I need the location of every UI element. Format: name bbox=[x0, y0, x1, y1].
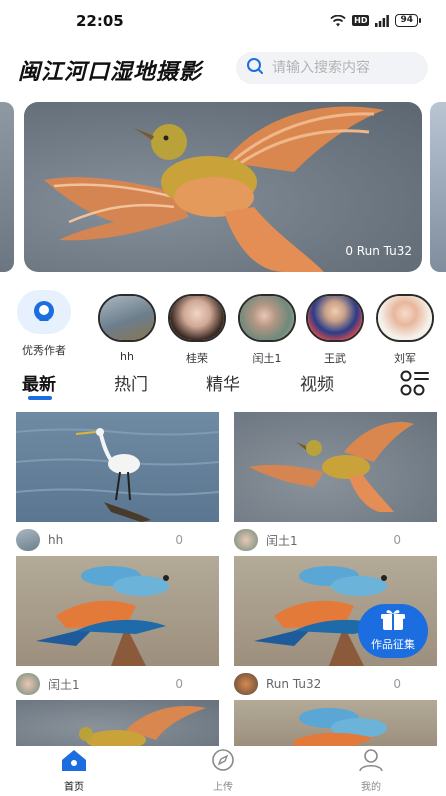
nav-upload[interactable]: 上传 bbox=[193, 748, 253, 793]
compass-icon bbox=[209, 749, 237, 776]
card-meta: Run Tu32 0 bbox=[234, 670, 437, 698]
author-avatar-runtu1[interactable]: 闰土1 bbox=[236, 294, 298, 366]
like-count: 0 bbox=[175, 677, 183, 691]
banner-next-peek[interactable] bbox=[430, 102, 446, 272]
avatar bbox=[238, 294, 296, 342]
user-avatar[interactable] bbox=[234, 673, 258, 695]
nav-profile[interactable]: 我的 bbox=[341, 748, 401, 793]
feed-card[interactable]: hh 0 bbox=[16, 412, 219, 554]
card-username[interactable]: 闰土1 bbox=[266, 532, 298, 549]
feed-card[interactable]: 闰土1 0 bbox=[234, 412, 437, 554]
card-image bbox=[234, 700, 437, 746]
card-image bbox=[16, 700, 219, 746]
author-avatar-wangwu[interactable]: 王武 bbox=[304, 294, 366, 366]
featured-authors-label: 优秀作者 bbox=[22, 344, 66, 357]
card-image bbox=[16, 412, 219, 522]
home-icon bbox=[60, 750, 88, 776]
app-title: 闽江河口湿地摄影 bbox=[18, 59, 203, 85]
banner-carousel[interactable]: 0 Run Tu32 bbox=[0, 102, 446, 272]
card-meta: 闰土1 0 bbox=[234, 526, 437, 554]
featured-author-icon bbox=[17, 290, 71, 334]
search-icon bbox=[246, 57, 264, 79]
card-username[interactable]: hh bbox=[48, 533, 63, 547]
card-username[interactable]: 闰土1 bbox=[48, 676, 80, 693]
fab-label: 作品征集 bbox=[371, 638, 415, 651]
status-icons: HD 94 bbox=[330, 14, 421, 27]
banner-image[interactable]: 0 Run Tu32 bbox=[24, 102, 422, 272]
category-tabs: 最新 热门 精华 视频 bbox=[0, 368, 446, 404]
feed-card[interactable] bbox=[16, 700, 219, 746]
category-grid-icon[interactable] bbox=[400, 370, 430, 400]
tab-hot[interactable]: 热门 bbox=[114, 370, 148, 395]
author-name: 桂荣 bbox=[186, 352, 208, 365]
feed-card[interactable]: 闰土1 0 bbox=[16, 556, 219, 698]
banner-prev-peek[interactable] bbox=[0, 102, 14, 272]
card-image bbox=[16, 556, 219, 666]
avatar bbox=[98, 294, 156, 342]
author-name: 刘军 bbox=[394, 352, 416, 365]
wifi-icon bbox=[330, 14, 346, 27]
nav-home[interactable]: 首页 bbox=[44, 748, 104, 793]
hd-badge: HD bbox=[352, 15, 370, 26]
tab-featured[interactable]: 精华 bbox=[206, 370, 240, 395]
like-count: 0 bbox=[393, 677, 401, 691]
status-time: 22:05 bbox=[76, 12, 124, 30]
like-count: 0 bbox=[393, 533, 401, 547]
app-header: 闽江河口湿地摄影 bbox=[0, 44, 446, 94]
user-icon bbox=[357, 749, 385, 776]
tab-latest[interactable]: 最新 bbox=[22, 370, 56, 395]
signal-icon bbox=[375, 14, 390, 27]
submission-fab[interactable]: 作品征集 bbox=[358, 604, 428, 658]
bottom-navigation: 首页 上传 我的 bbox=[0, 746, 446, 796]
card-image bbox=[234, 412, 437, 522]
author-avatar-liujun[interactable]: 刘军 bbox=[374, 294, 436, 366]
card-meta: 闰土1 0 bbox=[16, 670, 219, 698]
avatar bbox=[306, 294, 364, 342]
author-avatar-hh[interactable]: hh bbox=[96, 294, 158, 363]
user-avatar[interactable] bbox=[16, 529, 40, 551]
like-count: 0 bbox=[175, 533, 183, 547]
avatar bbox=[376, 294, 434, 342]
featured-authors-button[interactable]: 优秀作者 bbox=[14, 290, 74, 358]
card-meta: hh 0 bbox=[16, 526, 219, 554]
author-row: 优秀作者 hh 桂荣 闰土1 王武 刘军 bbox=[0, 290, 446, 365]
search-bar[interactable] bbox=[236, 52, 428, 84]
nav-profile-label: 我的 bbox=[361, 782, 381, 793]
gift-icon bbox=[380, 610, 406, 636]
author-name: 闰土1 bbox=[252, 352, 282, 365]
nav-home-label: 首页 bbox=[64, 782, 84, 793]
feed-card[interactable] bbox=[234, 700, 437, 746]
user-avatar[interactable] bbox=[234, 529, 258, 551]
tab-video[interactable]: 视频 bbox=[300, 370, 334, 395]
author-name: 王武 bbox=[324, 352, 346, 365]
banner-caption: 0 Run Tu32 bbox=[345, 244, 412, 258]
search-input[interactable] bbox=[272, 60, 422, 76]
author-name: hh bbox=[120, 350, 134, 363]
author-avatar-guirong[interactable]: 桂荣 bbox=[166, 294, 228, 366]
battery-indicator: 94 bbox=[395, 14, 421, 27]
avatar bbox=[168, 294, 226, 342]
nav-upload-label: 上传 bbox=[213, 782, 233, 793]
status-bar: 22:05 HD 94 bbox=[0, 0, 446, 44]
active-tab-indicator bbox=[28, 396, 52, 400]
card-username[interactable]: Run Tu32 bbox=[266, 677, 321, 691]
user-avatar[interactable] bbox=[16, 673, 40, 695]
